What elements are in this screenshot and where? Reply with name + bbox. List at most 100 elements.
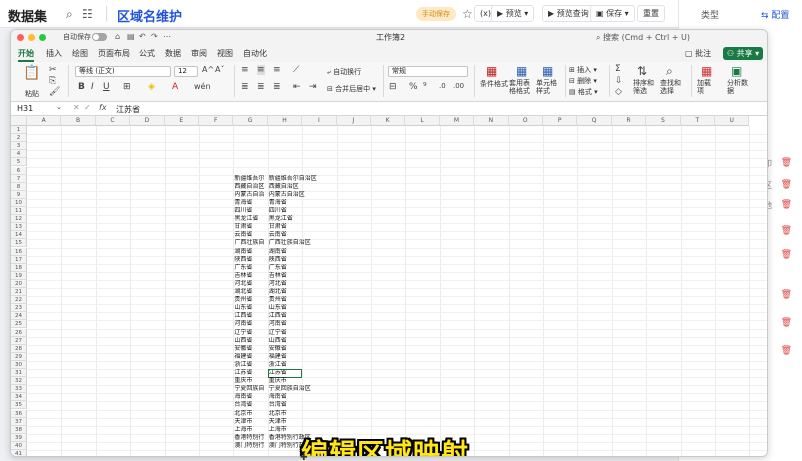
list-icon[interactable]: ☷: [82, 7, 93, 21]
row-header[interactable]: 7: [11, 174, 27, 183]
phonetic-icon[interactable]: wén: [194, 82, 211, 91]
find-select-icon[interactable]: ⌕: [666, 64, 673, 79]
delete-cells-button[interactable]: ⊟ 删除 ▾: [569, 76, 597, 86]
select-all-corner[interactable]: [11, 116, 27, 126]
outdent-icon[interactable]: ⇥: [309, 82, 317, 92]
table-format-icon[interactable]: ▦: [516, 64, 527, 78]
trash-icon[interactable]: 🗑: [781, 158, 792, 168]
type-tab[interactable]: 类型: [701, 8, 719, 21]
row-header[interactable]: 11: [11, 207, 27, 216]
tab-insert[interactable]: 插入: [46, 48, 62, 59]
row-header[interactable]: 4: [11, 150, 27, 159]
row-header[interactable]: 38: [11, 425, 27, 434]
comment-button[interactable]: ▢ 批注: [685, 48, 711, 59]
row-header[interactable]: 20: [11, 279, 27, 288]
save-button[interactable]: ▣ 保存 ▾: [590, 5, 635, 22]
trash-icon[interactable]: 🗑: [781, 318, 792, 328]
column-header[interactable]: T: [680, 116, 715, 126]
row-header[interactable]: 19: [11, 271, 27, 280]
row-header[interactable]: 41: [11, 450, 27, 456]
row-header[interactable]: 1: [11, 126, 27, 135]
row-header[interactable]: 40: [11, 441, 27, 450]
trash-icon[interactable]: 🗑: [781, 346, 792, 356]
column-header[interactable]: H: [267, 116, 303, 126]
trash-icon[interactable]: 🗑: [781, 180, 792, 190]
fill-color-icon[interactable]: ◈: [148, 82, 155, 92]
more-icon[interactable]: ⋯: [163, 32, 171, 41]
formula-input[interactable]: 江苏省: [116, 104, 140, 115]
border-icon[interactable]: ⊞: [123, 82, 131, 92]
row-header[interactable]: 36: [11, 409, 27, 418]
column-header[interactable]: M: [439, 116, 475, 126]
search-box[interactable]: ⌕ 搜索 (Cmd + Ctrl + U): [596, 32, 690, 43]
tab-home[interactable]: 开始: [18, 48, 34, 62]
row-header[interactable]: 18: [11, 263, 27, 272]
row-header[interactable]: 26: [11, 328, 27, 337]
spreadsheet-grid[interactable]: A B C D E F G H I J K L M N O P Q R S T U 1 2 3 4 5 6 7 新疆维吾尔 新疆维吾尔自治…: [11, 116, 767, 456]
cut-icon[interactable]: ✂: [49, 65, 57, 75]
row-header[interactable]: 32: [11, 377, 27, 386]
column-header[interactable]: D: [130, 116, 165, 126]
currency-icon[interactable]: ⊟: [389, 82, 397, 92]
tab-draw[interactable]: 绘图: [72, 48, 88, 59]
indent-icon[interactable]: ⇤: [293, 82, 301, 92]
save-icon[interactable]: ▤: [127, 32, 135, 41]
minimize-icon[interactable]: [28, 34, 35, 41]
trash-icon[interactable]: 🗑: [781, 250, 792, 260]
column-header[interactable]: O: [508, 116, 543, 126]
align-center-icon[interactable]: ≣: [257, 82, 265, 92]
grow-font-icon[interactable]: A^: [202, 65, 214, 74]
font-size-select[interactable]: 12: [174, 66, 198, 77]
maximize-icon[interactable]: [39, 34, 46, 41]
find-select-label[interactable]: 查找和选择: [660, 79, 684, 95]
row-header[interactable]: 15: [11, 239, 27, 248]
share-button[interactable]: ⚇ 共享 ▾: [723, 47, 763, 60]
align-top-icon[interactable]: ≡: [241, 65, 249, 75]
row-header[interactable]: 33: [11, 385, 27, 394]
tab-automate[interactable]: 自动化: [243, 48, 267, 59]
column-header[interactable]: S: [646, 116, 681, 126]
row-header[interactable]: 17: [11, 255, 27, 264]
format-painter-icon[interactable]: 🖌: [49, 87, 60, 97]
column-header[interactable]: U: [715, 116, 750, 126]
number-format-select[interactable]: 常规: [388, 66, 468, 77]
column-header[interactable]: G: [233, 116, 268, 126]
star-icon[interactable]: ☆: [462, 7, 473, 21]
row-header[interactable]: 29: [11, 352, 27, 361]
cell-style-label[interactable]: 单元格样式: [536, 79, 560, 95]
column-header[interactable]: I: [302, 116, 337, 126]
column-header[interactable]: K: [371, 116, 406, 126]
column-header[interactable]: L: [405, 116, 440, 126]
increase-decimal-icon[interactable]: .0: [439, 82, 446, 90]
align-left-icon[interactable]: ≣: [241, 82, 249, 92]
column-header[interactable]: F: [199, 116, 234, 126]
table-format-label[interactable]: 套用表格格式: [509, 79, 535, 95]
trash-icon[interactable]: 🗑: [781, 290, 792, 300]
column-header[interactable]: B: [61, 116, 96, 126]
trash-icon[interactable]: 🗑: [781, 200, 792, 210]
row-header[interactable]: 14: [11, 231, 27, 240]
row-header[interactable]: 25: [11, 320, 27, 329]
comma-icon[interactable]: ⁹: [423, 82, 427, 92]
row-header[interactable]: 8: [11, 182, 27, 191]
column-header[interactable]: R: [611, 116, 647, 126]
row-header[interactable]: 3: [11, 142, 27, 151]
orientation-icon[interactable]: ⟋: [293, 65, 299, 75]
tab-page-layout[interactable]: 页面布局: [98, 48, 130, 59]
trash-icon[interactable]: 🗑: [781, 226, 792, 236]
row-header[interactable]: 16: [11, 247, 27, 256]
autosave-toggle[interactable]: [92, 33, 107, 41]
row-header[interactable]: 23: [11, 304, 27, 313]
row-header[interactable]: 2: [11, 134, 27, 143]
column-header[interactable]: A: [27, 116, 62, 126]
row-header[interactable]: 27: [11, 336, 27, 345]
column-header[interactable]: J: [336, 116, 371, 126]
redo-icon[interactable]: ↷: [151, 32, 158, 41]
row-header[interactable]: 10: [11, 198, 27, 207]
tab-data[interactable]: 数据: [165, 48, 181, 59]
row-header[interactable]: 12: [11, 215, 27, 224]
align-bottom-icon[interactable]: ≡: [273, 65, 281, 75]
tab-formulas[interactable]: 公式: [139, 48, 155, 59]
format-cells-button[interactable]: ▤ 格式 ▾: [569, 87, 598, 97]
column-header[interactable]: Q: [577, 116, 612, 126]
